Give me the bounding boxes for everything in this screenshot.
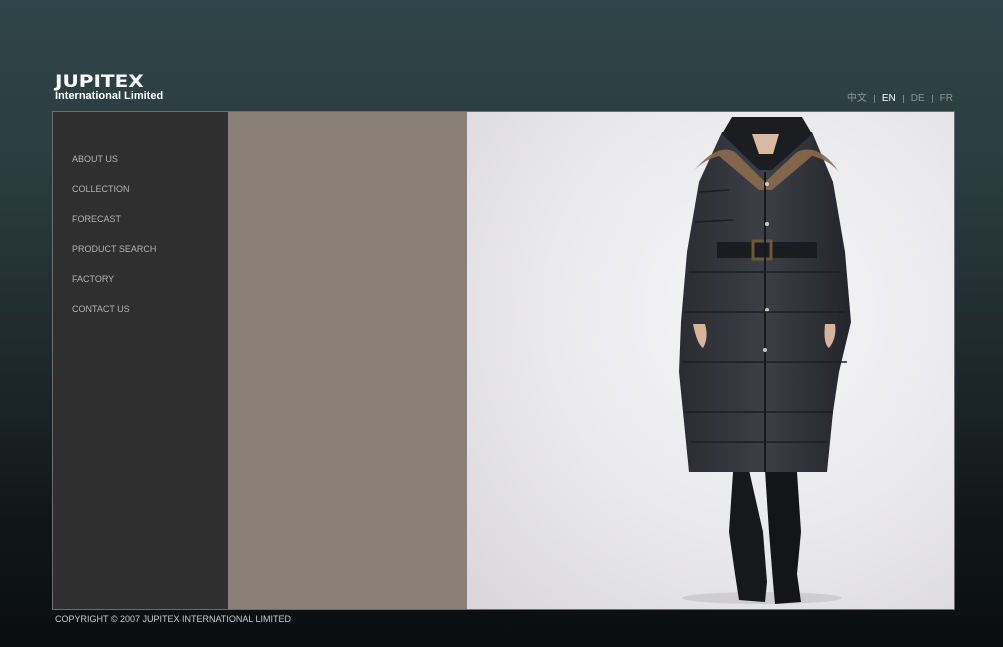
sidebar: ABOUT US COLLECTION FORECAST PRODUCT SEA… xyxy=(53,112,228,609)
nav-item-label: ABOUT US xyxy=(72,154,118,164)
nav-item-product-search[interactable]: PRODUCT SEARCH xyxy=(72,243,156,273)
nav-item-label: PRODUCT SEARCH xyxy=(72,244,157,254)
nav-item-forecast[interactable]: FORECAST xyxy=(72,213,156,243)
nav-item-factory[interactable]: FACTORY xyxy=(72,273,156,303)
coat-button xyxy=(763,348,767,352)
model-in-black-down-coat-icon xyxy=(679,117,851,604)
main-nav: ABOUT US COLLECTION FORECAST PRODUCT SEA… xyxy=(72,153,156,333)
brand-subtitle: International Limited xyxy=(55,90,164,102)
nav-item-label: FORECAST xyxy=(72,214,122,224)
hero-photo xyxy=(467,112,954,609)
coat-button xyxy=(765,222,769,226)
right-boot xyxy=(765,470,801,604)
language-divider xyxy=(902,95,904,103)
nav-item-label: COLLECTION xyxy=(72,184,130,194)
language-divider xyxy=(931,95,933,103)
nav-item-label: FACTORY xyxy=(72,274,115,284)
left-boot xyxy=(729,470,767,602)
nav-item-about-us[interactable]: ABOUT US xyxy=(72,153,156,183)
brand-name: JUPITEX xyxy=(55,72,144,92)
language-switcher: 中文 EN DE FR xyxy=(847,93,953,105)
nav-item-collection[interactable]: COLLECTION xyxy=(72,183,156,213)
language-divider xyxy=(873,95,875,103)
nav-item-label: CONTACT US xyxy=(72,304,130,314)
content-frame: ABOUT US COLLECTION FORECAST PRODUCT SEA… xyxy=(52,111,955,610)
language-link-de[interactable]: DE xyxy=(911,93,925,105)
language-link-fr[interactable]: FR xyxy=(940,93,953,105)
content-panel xyxy=(228,112,467,609)
language-link-zh[interactable]: 中文 xyxy=(847,93,867,105)
coat-button xyxy=(765,182,769,186)
copyright-text: COPYRIGHT © 2007 JUPITEX INTERNATIONAL L… xyxy=(55,614,292,624)
nav-item-contact-us[interactable]: CONTACT US xyxy=(72,303,156,333)
brand-logo[interactable]: JUPITEX International Limited xyxy=(55,74,180,104)
language-link-en[interactable]: EN xyxy=(882,93,896,105)
belt xyxy=(717,242,817,258)
